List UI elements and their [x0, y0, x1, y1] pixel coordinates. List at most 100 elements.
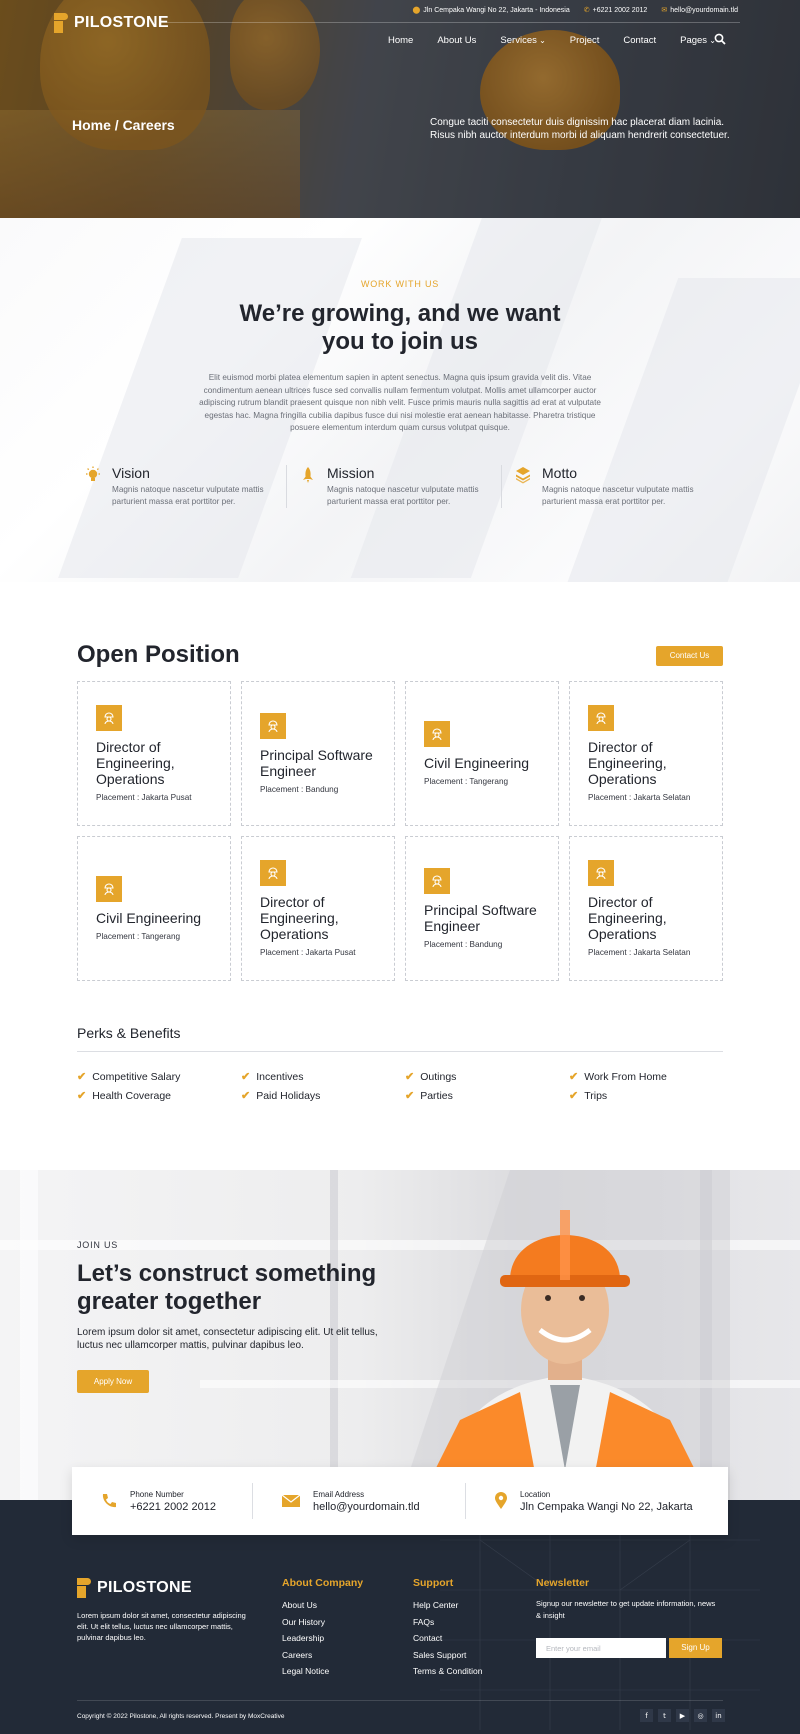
footer-logo[interactable]: PILOSTONE	[77, 1578, 192, 1598]
position-card[interactable]: Director of Engineering, Operations Plac…	[569, 681, 723, 826]
position-card[interactable]: Director of Engineering, Operations Plac…	[241, 836, 395, 981]
position-card[interactable]: Principal Software Engineer Placement : …	[405, 836, 559, 981]
perk-item: ✔ Trips	[569, 1089, 733, 1103]
pillar-vision-title: Vision	[112, 465, 150, 481]
facebook-icon[interactable]: f	[640, 1709, 653, 1722]
apply-now-button[interactable]: Apply Now	[77, 1370, 149, 1393]
perks-list: ✔ Competitive Salary ✔ Incentives ✔ Outings…	[77, 1070, 723, 1103]
layers-icon	[516, 467, 530, 484]
nav-contact[interactable]: Contact	[623, 35, 656, 46]
footer-link[interactable]: Legal Notice	[282, 1666, 329, 1676]
footer-link[interactable]: Leadership	[282, 1633, 329, 1643]
position-title: Civil Engineering	[424, 755, 530, 771]
perks-title: Perks & Benefits	[77, 1025, 181, 1041]
perk-label: Outings	[420, 1070, 457, 1083]
topbar: ⬤ Jln Cempaka Wangi No 22, Jakarta - Indo…	[412, 6, 738, 14]
work-title-line1: We’re growing, and we want	[239, 300, 561, 327]
lightbulb-icon	[86, 466, 100, 481]
nav-home[interactable]: Home	[388, 35, 413, 46]
logo-mark-icon	[54, 13, 68, 33]
contact-location[interactable]: Location Jln Cempaka Wangi No 22, Jakarta	[466, 1483, 726, 1519]
position-placement: Placement : Bandung	[260, 785, 339, 794]
nav-pages[interactable]: Pages	[680, 35, 716, 46]
nav-services[interactable]: Services	[500, 35, 545, 46]
newsletter-email-input[interactable]	[536, 1638, 666, 1658]
perk-label: Competitive Salary	[92, 1070, 181, 1083]
contact-strip: Phone Number +6221 2002 2012 Email Addres…	[72, 1467, 728, 1535]
topbar-email-text: hello@yourdomain.tld	[670, 7, 738, 14]
join-title: Let’s construct something greater togeth…	[77, 1260, 377, 1315]
position-title: Director of Engineering, Operations	[588, 739, 667, 787]
position-placement: Placement : Tangerang	[424, 777, 509, 786]
topbar-email[interactable]: ✉ hello@yourdomain.tld	[661, 6, 738, 14]
nav-project[interactable]: Project	[570, 35, 600, 46]
pillar-motto-text: Magnis natoque nascetur vulputate mattis…	[542, 485, 694, 506]
footer-link[interactable]: Help Center	[413, 1600, 482, 1610]
perk-item: ✔ Paid Holidays	[241, 1089, 405, 1103]
footer-link[interactable]: FAQs	[413, 1617, 482, 1627]
footer-link[interactable]: Careers	[282, 1650, 329, 1660]
pillar-motto: Motto Magnis natoque nascetur vulputate …	[501, 465, 716, 508]
position-title: Principal Software Engineer	[424, 902, 537, 934]
topbar-divider	[160, 22, 740, 23]
footer-support-title: Support	[413, 1577, 454, 1589]
position-card[interactable]: Director of Engineering, Operations Plac…	[77, 681, 231, 826]
worker-icon	[96, 705, 122, 731]
instagram-icon[interactable]: ◎	[694, 1709, 707, 1722]
position-placement: Placement : Jakarta Selatan	[588, 948, 691, 957]
position-placement: Placement : Jakarta Pusat	[260, 948, 356, 957]
pillar-mission-title: Mission	[327, 465, 375, 481]
join-text: Lorem ipsum dolor sit amet, consectetur …	[77, 1327, 378, 1351]
search-icon[interactable]	[714, 33, 726, 45]
work-title-line2: you to join us	[322, 328, 478, 355]
contact-us-button[interactable]: Contact Us	[656, 646, 723, 666]
position-card[interactable]: Civil Engineering Placement : Tangerang	[405, 681, 559, 826]
contact-phone-label: Phone Number	[130, 1489, 184, 1499]
worker-icon	[96, 876, 122, 902]
main-nav: Home About Us Services Project Contact P…	[388, 35, 716, 46]
footer-about: Lorem ipsum dolor sit amet, consectetur …	[77, 1611, 246, 1642]
position-placement: Placement : Jakarta Pusat	[96, 793, 192, 802]
position-card[interactable]: Principal Software Engineer Placement : …	[241, 681, 395, 826]
map-pin-icon	[495, 1492, 507, 1509]
check-icon: ✔	[77, 1071, 87, 1083]
worker-icon	[588, 705, 614, 731]
footer-newsletter-title: Newsletter	[536, 1577, 590, 1589]
contact-email[interactable]: Email Address hello@yourdomain.tld	[253, 1483, 465, 1519]
contact-email-value: hello@yourdomain.tld	[313, 1500, 420, 1513]
newsletter-signup-button[interactable]: Sign Up	[669, 1638, 722, 1658]
position-title: Principal Software Engineer	[260, 747, 373, 779]
worker-photo	[400, 1170, 730, 1500]
copyright: Copyright © 2022 Pilostone, All rights r…	[77, 1713, 285, 1720]
topbar-address-text: Jln Cempaka Wangi No 22, Jakarta - Indon…	[423, 7, 570, 14]
footer-support-links: Help Center FAQs Contact Sales Support T…	[413, 1600, 482, 1676]
contact-location-label: Location	[520, 1489, 551, 1499]
pillar-vision-text: Magnis natoque nascetur vulputate mattis…	[112, 485, 264, 506]
footer-link[interactable]: Sales Support	[413, 1650, 482, 1660]
header-logo[interactable]: PILOSTONE	[54, 13, 169, 33]
footer-link[interactable]: Our History	[282, 1617, 329, 1627]
footer-link[interactable]: About Us	[282, 1600, 329, 1610]
footer-link[interactable]: Terms & Condition	[413, 1666, 482, 1676]
position-placement: Placement : Tangerang	[96, 932, 181, 941]
linkedin-icon[interactable]: in	[712, 1709, 725, 1722]
envelope-icon: ✉	[661, 7, 668, 14]
youtube-icon[interactable]: ▶	[676, 1709, 689, 1722]
position-card[interactable]: Director of Engineering, Operations Plac…	[569, 836, 723, 981]
position-card[interactable]: Civil Engineering Placement : Tangerang	[77, 836, 231, 981]
perk-item: ✔ Health Coverage	[77, 1089, 241, 1103]
nav-about-us[interactable]: About Us	[437, 35, 476, 46]
check-icon: ✔	[405, 1071, 415, 1083]
map-pin-icon: ⬤	[412, 7, 421, 14]
footer-logo-text: PILOSTONE	[97, 1579, 192, 1596]
twitter-icon[interactable]: t	[658, 1709, 671, 1722]
topbar-phone[interactable]: ✆ +6221 2002 2012	[584, 6, 648, 14]
contact-phone[interactable]: Phone Number +6221 2002 2012	[72, 1483, 252, 1519]
footer-divider	[77, 1700, 723, 1701]
check-icon: ✔	[241, 1071, 251, 1083]
logo-mark-icon	[77, 1578, 91, 1598]
perk-item: ✔ Work From Home	[569, 1070, 733, 1084]
position-placement: Placement : Jakarta Selatan	[588, 793, 691, 802]
contact-location-value: Jln Cempaka Wangi No 22, Jakarta	[520, 1500, 693, 1513]
footer-link[interactable]: Contact	[413, 1633, 482, 1643]
